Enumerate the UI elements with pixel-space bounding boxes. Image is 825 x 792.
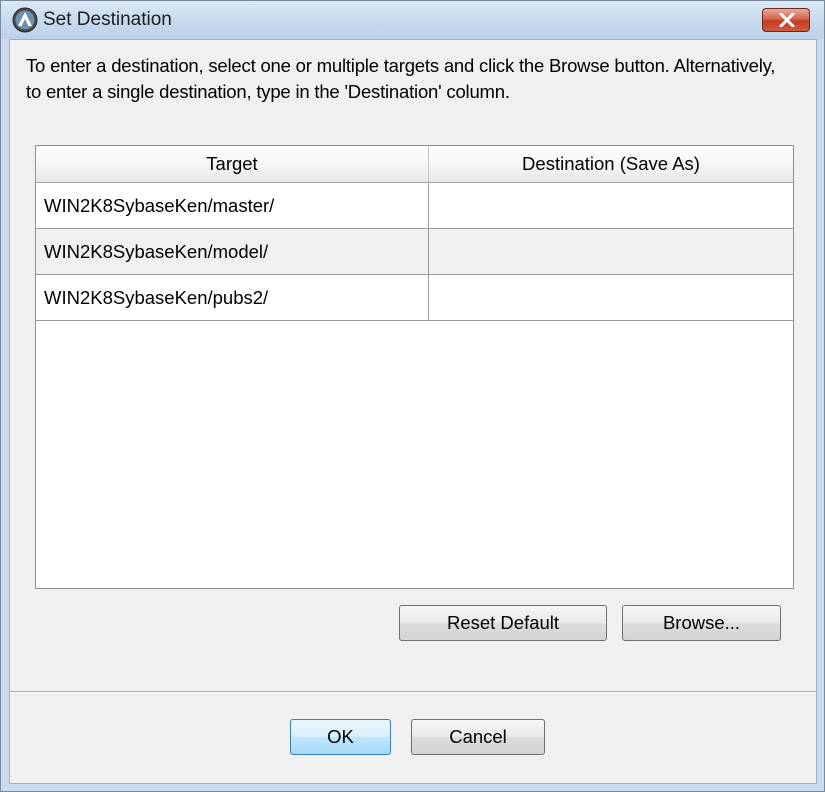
table-row[interactable]: WIN2K8SybaseKen/master/	[36, 183, 793, 229]
table-row[interactable]: WIN2K8SybaseKen/model/	[36, 229, 793, 275]
window-title: Set Destination	[43, 9, 172, 30]
reset-default-button[interactable]: Reset Default	[399, 605, 607, 641]
destination-cell[interactable]	[429, 275, 793, 320]
cancel-button[interactable]: Cancel	[411, 719, 545, 755]
targets-table: Target Destination (Save As) WIN2K8Sybas…	[35, 145, 794, 589]
table-header: Target Destination (Save As)	[36, 146, 793, 183]
column-header-target[interactable]: Target	[36, 146, 429, 182]
table-row[interactable]: WIN2K8SybaseKen/pubs2/	[36, 275, 793, 321]
column-header-destination[interactable]: Destination (Save As)	[429, 146, 793, 182]
close-button[interactable]	[762, 8, 810, 32]
target-cell[interactable]: WIN2K8SybaseKen/pubs2/	[36, 275, 429, 320]
target-cell[interactable]: WIN2K8SybaseKen/model/	[36, 229, 429, 274]
destination-cell[interactable]	[429, 229, 793, 274]
divider	[10, 691, 816, 693]
destination-cell[interactable]	[429, 183, 793, 228]
set-destination-dialog: Set Destination To enter a destination, …	[0, 0, 825, 792]
browse-button[interactable]: Browse...	[622, 605, 781, 641]
app-logo-icon	[12, 7, 38, 33]
ok-button[interactable]: OK	[290, 719, 391, 755]
target-cell[interactable]: WIN2K8SybaseKen/master/	[36, 183, 429, 228]
title-bar[interactable]: Set Destination	[1, 1, 824, 39]
instruction-text: To enter a destination, select one or mu…	[26, 55, 776, 102]
close-icon	[779, 13, 795, 27]
